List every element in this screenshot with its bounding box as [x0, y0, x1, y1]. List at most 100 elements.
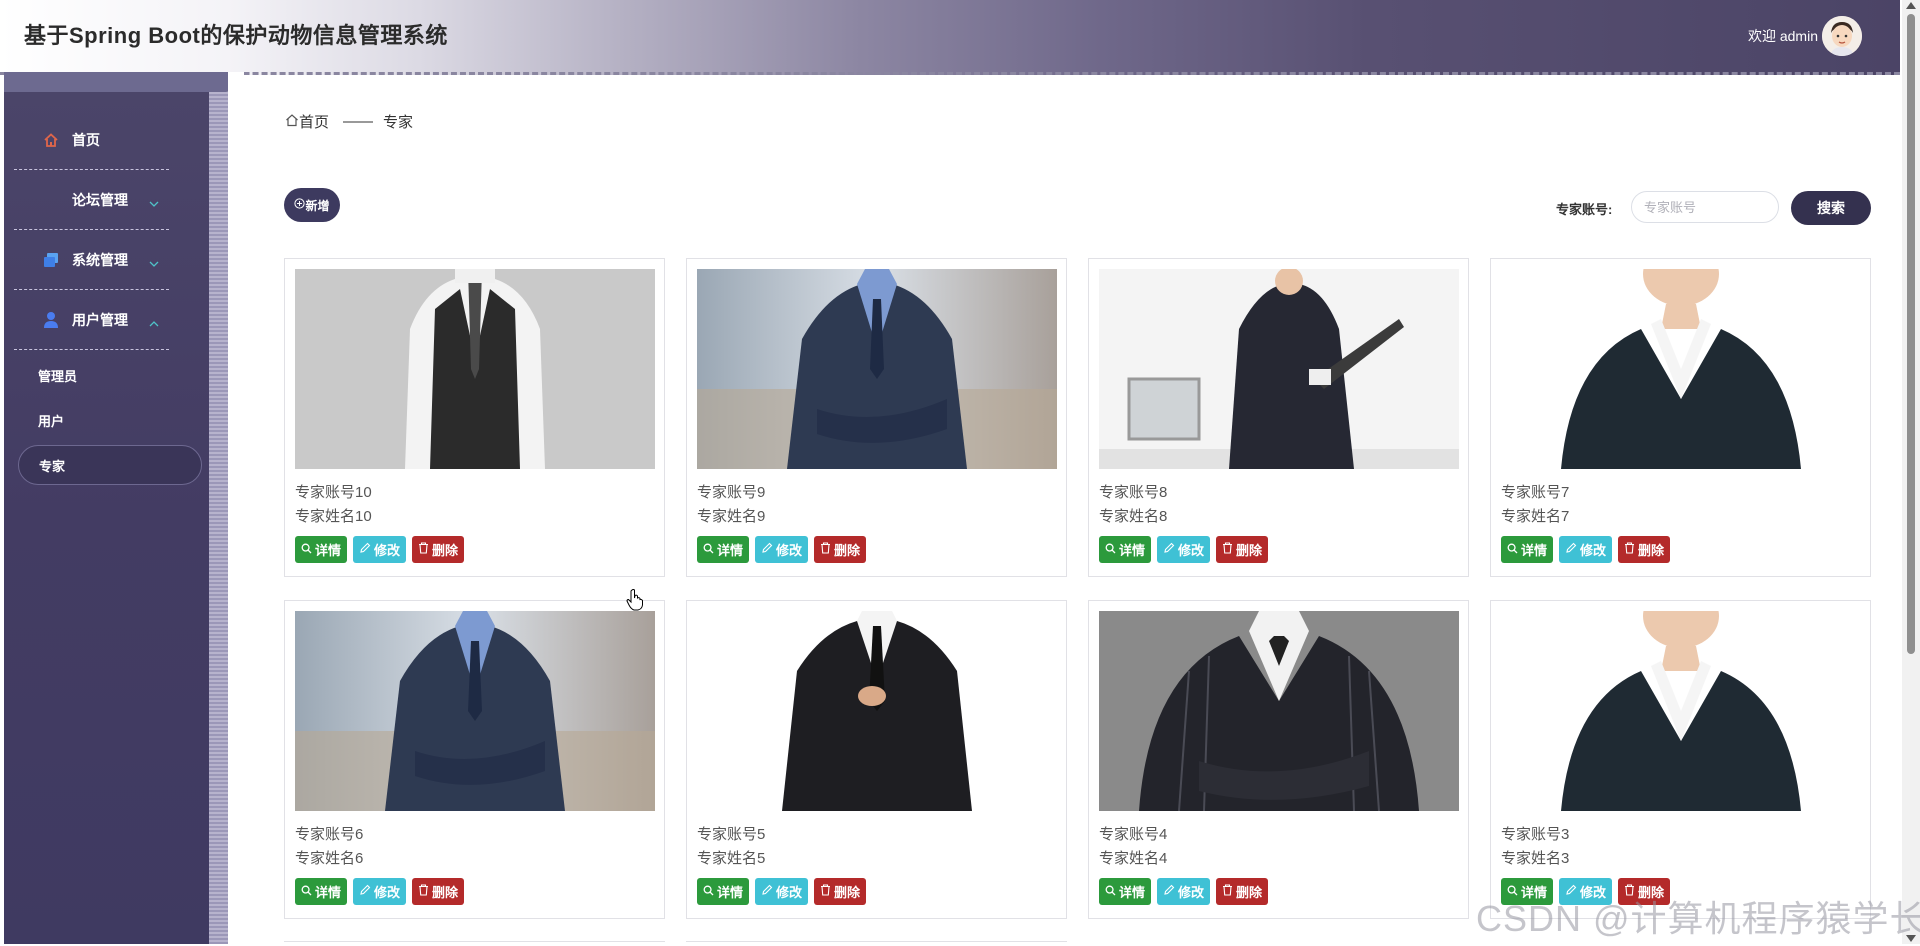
edit-button[interactable]: 修改 [1559, 536, 1613, 563]
chevron-down-icon [149, 195, 159, 211]
edit-icon [761, 542, 773, 557]
delete-button[interactable]: 删除 [412, 878, 465, 905]
sidebar-stripe-decoration [209, 92, 228, 944]
sidebar-item-forum[interactable]: 论坛管理 [14, 171, 169, 230]
plus-circle-icon [294, 198, 306, 212]
expert-account: 专家账号4 [1099, 826, 1168, 843]
add-button[interactable]: 新增 [284, 188, 340, 222]
delete-button[interactable]: 删除 [1618, 536, 1671, 563]
trash-icon [1222, 542, 1233, 557]
delete-label: 删除 [432, 885, 459, 900]
expert-name: 专家姓名9 [697, 508, 766, 525]
expert-photo[interactable] [1099, 269, 1459, 469]
edit-button[interactable]: 修改 [353, 536, 407, 563]
breadcrumb-home[interactable]: 首页 [299, 111, 329, 132]
edit-button[interactable]: 修改 [1157, 878, 1211, 905]
detail-button[interactable]: 详情 [697, 536, 750, 563]
welcome-text: 欢迎 admin [1747, 28, 1818, 44]
expert-photo[interactable] [295, 611, 655, 811]
search-icon [301, 542, 312, 557]
trash-icon [820, 542, 831, 557]
edit-icon [1163, 884, 1175, 899]
detail-label: 详情 [315, 543, 342, 558]
edit-icon [1565, 542, 1577, 557]
delete-button[interactable]: 删除 [814, 536, 867, 563]
expert-photo[interactable] [1501, 611, 1861, 811]
edit-label: 修改 [1178, 885, 1205, 900]
detail-button[interactable]: 详情 [295, 878, 348, 905]
edit-button[interactable]: 修改 [755, 878, 809, 905]
chevron-down-icon [149, 255, 159, 271]
expert-card[interactable]: 专家账号7 专家姓名7 详情 修改 删除 [1490, 258, 1871, 577]
edit-icon [761, 884, 773, 899]
avatar[interactable] [1822, 16, 1862, 56]
sidebar-subitem-user[interactable]: 用户 [38, 411, 64, 430]
expert-photo[interactable] [1099, 611, 1459, 811]
scroll-up-arrow-icon[interactable] [1906, 2, 1916, 9]
page-scrollbar[interactable] [1902, 0, 1920, 944]
sidebar-subitem-expert[interactable]: 专家 [18, 445, 202, 485]
sidebar-item-home[interactable]: 首页 [14, 111, 169, 170]
home-icon [42, 131, 60, 149]
edit-button[interactable]: 修改 [353, 878, 407, 905]
expert-photo[interactable] [697, 611, 1057, 811]
trash-icon [418, 542, 429, 557]
detail-button[interactable]: 详情 [295, 536, 348, 563]
trash-icon [418, 884, 429, 899]
expert-account: 专家账号3 [1501, 826, 1570, 843]
sidebar-item-system[interactable]: 系统管理 [14, 231, 169, 290]
expert-photo[interactable] [1501, 269, 1861, 469]
expert-photo[interactable] [697, 269, 1057, 469]
expert-card[interactable]: 专家账号10 专家姓名10 详情 修改 删除 [284, 258, 665, 577]
search-icon [703, 542, 714, 557]
scrollbar-thumb[interactable] [1907, 14, 1915, 654]
search-input[interactable] [1631, 191, 1779, 223]
delete-button[interactable]: 删除 [1216, 536, 1269, 563]
detail-button[interactable]: 详情 [697, 878, 750, 905]
sidebar-item-user-management[interactable]: 用户管理 [14, 291, 169, 350]
expert-photo[interactable] [295, 269, 655, 469]
delete-button[interactable]: 删除 [814, 878, 867, 905]
detail-label: 详情 [1119, 885, 1146, 900]
sidebar-item-label: 系统管理 [72, 252, 128, 268]
detail-button[interactable]: 详情 [1099, 878, 1152, 905]
detail-button[interactable]: 详情 [1099, 536, 1152, 563]
search-button[interactable]: 搜索 [1791, 191, 1871, 225]
sidebar-gap [228, 72, 244, 944]
sidebar: 首页 论坛管理 系统管理 用户管理 管理员 用户 专家 [4, 92, 209, 944]
search-icon [301, 884, 312, 899]
detail-button[interactable]: 详情 [1501, 536, 1554, 563]
chevron-up-icon [149, 315, 159, 331]
edit-icon [359, 542, 371, 557]
breadcrumb-separator: —— [343, 113, 374, 130]
detail-label: 详情 [717, 543, 744, 558]
edit-icon [1163, 542, 1175, 557]
delete-button[interactable]: 删除 [412, 536, 465, 563]
expert-name: 专家姓名5 [697, 850, 766, 867]
delete-button[interactable]: 删除 [1216, 878, 1269, 905]
edit-button[interactable]: 修改 [1157, 536, 1211, 563]
expert-name: 专家姓名6 [295, 850, 364, 867]
detail-label: 详情 [315, 885, 342, 900]
sidebar-subitem-admin[interactable]: 管理员 [38, 366, 77, 385]
expert-card[interactable]: 专家账号4 专家姓名4 详情 修改 删除 [1088, 600, 1469, 919]
home-icon[interactable] [285, 113, 299, 131]
expert-name: 专家姓名7 [1501, 508, 1570, 525]
trash-icon [1222, 884, 1233, 899]
breadcrumb: 首页 —— 专家 [285, 111, 413, 132]
expert-card[interactable]: 专家账号9 专家姓名9 详情 修改 删除 [686, 258, 1067, 577]
expert-card[interactable]: 专家账号3 专家姓名3 详情 修改 删除 [1490, 600, 1871, 919]
expert-card[interactable]: 专家账号5 专家姓名5 详情 修改 删除 [686, 600, 1067, 919]
search-icon [1507, 542, 1518, 557]
search-icon [703, 884, 714, 899]
sidebar-item-label: 用户管理 [72, 312, 128, 328]
edit-label: 修改 [1580, 543, 1607, 558]
system-icon [42, 251, 60, 269]
expert-name: 专家姓名4 [1099, 850, 1168, 867]
detail-label: 详情 [1119, 543, 1146, 558]
expert-card[interactable]: 专家账号8 专家姓名8 详情 修改 删除 [1088, 258, 1469, 577]
expert-account: 专家账号9 [697, 484, 766, 501]
expert-card[interactable]: 专家账号6 专家姓名6 详情 修改 删除 [284, 600, 665, 919]
edit-button[interactable]: 修改 [755, 536, 809, 563]
edit-label: 修改 [776, 885, 803, 900]
